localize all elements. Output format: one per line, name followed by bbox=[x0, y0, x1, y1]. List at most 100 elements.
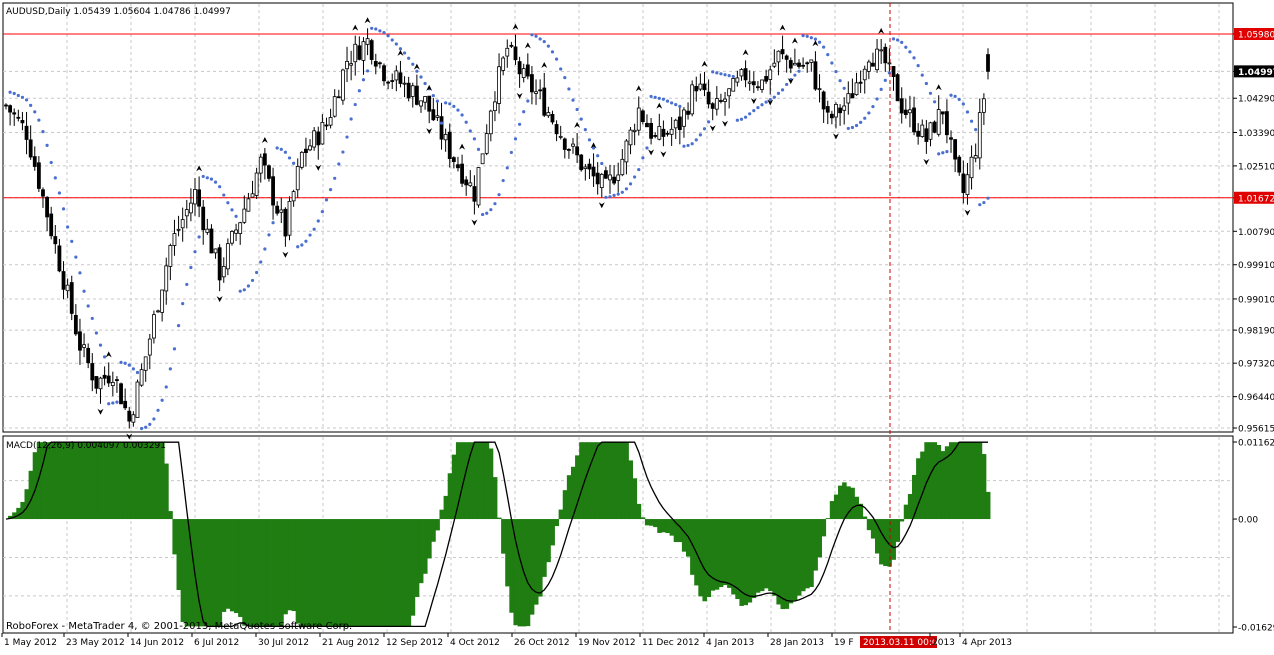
candle-body bbox=[377, 62, 382, 65]
macd-bar bbox=[53, 442, 58, 520]
candle-body bbox=[53, 236, 58, 245]
sar-dot bbox=[953, 94, 957, 99]
sar-dot bbox=[863, 116, 867, 120]
macd-bar bbox=[616, 442, 621, 520]
candle-body bbox=[673, 119, 678, 129]
sar-dot bbox=[826, 53, 830, 57]
macd-bar bbox=[796, 519, 802, 596]
candle-body bbox=[694, 85, 699, 92]
sar-dot bbox=[904, 45, 908, 49]
candle-body bbox=[731, 78, 736, 92]
macd-bar bbox=[49, 442, 54, 520]
sar-dot bbox=[90, 316, 94, 321]
candle-body bbox=[332, 96, 337, 117]
macd-bar bbox=[718, 519, 724, 588]
sar-dot bbox=[333, 176, 337, 180]
sar-dot bbox=[563, 76, 567, 80]
macd-bar bbox=[418, 519, 424, 584]
candle-body bbox=[940, 111, 945, 115]
time-tick-label: 19 F bbox=[834, 638, 854, 648]
sar-dot bbox=[567, 87, 571, 91]
candle-body bbox=[912, 107, 916, 133]
sar-dot bbox=[419, 75, 423, 79]
macd-bar bbox=[640, 517, 646, 520]
macd-bar bbox=[542, 519, 547, 577]
sar-dot bbox=[365, 69, 370, 73]
macd-bar bbox=[862, 516, 868, 520]
candle-body bbox=[805, 62, 810, 65]
candle-body bbox=[751, 81, 756, 86]
candle-body bbox=[168, 245, 173, 267]
sar-dot bbox=[481, 212, 485, 217]
candle-body bbox=[201, 206, 206, 231]
sar-dot bbox=[838, 79, 842, 83]
sar-dot bbox=[719, 72, 723, 76]
price-tick-label: 0.98190 bbox=[1238, 327, 1274, 337]
candle-body bbox=[780, 49, 785, 55]
macd-bar bbox=[225, 519, 231, 609]
macd-bar bbox=[377, 519, 383, 627]
macd-bar bbox=[164, 463, 169, 520]
candle-body bbox=[135, 381, 140, 418]
sar-dot bbox=[805, 34, 809, 38]
macd-bar bbox=[139, 442, 145, 520]
candle-body bbox=[234, 229, 238, 234]
candle-body bbox=[287, 200, 292, 236]
macd-bar bbox=[361, 519, 366, 627]
macd-bar bbox=[813, 519, 818, 571]
macd-bar bbox=[86, 442, 91, 520]
time-tick-label: 19 Nov 2012 bbox=[578, 638, 636, 648]
candle-body bbox=[957, 156, 962, 173]
sar-dot bbox=[982, 200, 986, 205]
sar-dot bbox=[222, 193, 226, 197]
macd-bar bbox=[961, 442, 966, 520]
sar-dot bbox=[172, 347, 177, 351]
macd-bar bbox=[866, 519, 872, 531]
macd-bar bbox=[431, 519, 436, 542]
candle-body bbox=[86, 347, 91, 364]
sar-dot bbox=[70, 239, 74, 243]
candle-body bbox=[764, 76, 769, 82]
macd-tick-label: 0.011628 bbox=[1238, 439, 1274, 449]
candle-body bbox=[846, 93, 851, 104]
macd-bar bbox=[784, 519, 790, 609]
macd-bar bbox=[213, 519, 219, 627]
sar-dot bbox=[57, 191, 62, 195]
macd-bar bbox=[386, 519, 391, 627]
sar-dot bbox=[924, 81, 928, 86]
sar-dot bbox=[370, 26, 374, 30]
sar-dot bbox=[678, 104, 682, 108]
candle-body bbox=[176, 228, 181, 231]
sar-dot bbox=[402, 51, 407, 55]
macd-bar bbox=[747, 519, 753, 603]
candle-body bbox=[924, 128, 929, 142]
candle-body bbox=[225, 243, 230, 270]
macd-bar bbox=[842, 482, 847, 520]
candle-body bbox=[776, 50, 781, 63]
candle-body bbox=[710, 103, 715, 109]
macd-bar bbox=[287, 519, 292, 611]
macd-bar bbox=[603, 442, 609, 520]
time-tick-label: 1 May 2012 bbox=[4, 638, 57, 648]
candle-body bbox=[747, 81, 752, 84]
macd-bar bbox=[295, 519, 301, 624]
sar-dot bbox=[324, 198, 329, 202]
sar-dot bbox=[411, 62, 415, 66]
candle-body bbox=[624, 140, 629, 163]
macd-bar bbox=[977, 442, 983, 520]
sar-dot bbox=[883, 78, 887, 82]
macd-bar bbox=[554, 519, 560, 527]
macd-bar bbox=[303, 519, 309, 627]
macd-bar bbox=[279, 519, 284, 627]
candle-body bbox=[365, 38, 370, 45]
sar-dot bbox=[735, 118, 739, 122]
macd-bar bbox=[435, 519, 440, 531]
candle-body bbox=[312, 130, 317, 148]
sar-dot bbox=[472, 137, 477, 141]
candle-body bbox=[534, 91, 538, 94]
candle-body bbox=[308, 145, 312, 151]
macd-bar bbox=[283, 519, 288, 615]
macd-bar bbox=[398, 519, 403, 627]
candle-body bbox=[760, 79, 764, 90]
candle-body bbox=[172, 233, 177, 246]
